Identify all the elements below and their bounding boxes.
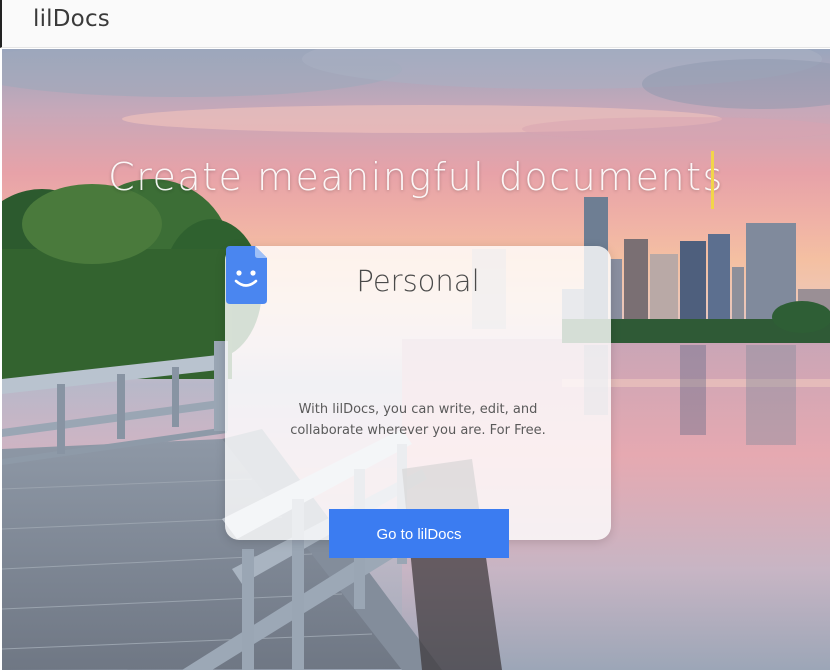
top-app-bar: lilDocs bbox=[0, 0, 830, 48]
go-to-lildocs-button[interactable]: Go to lilDocs bbox=[329, 509, 509, 558]
personal-plan-card: Personal With lilDocs, you can write, ed… bbox=[225, 246, 611, 558]
card-title: Personal bbox=[356, 264, 480, 298]
card-description: With lilDocs, you can write, edit, and c… bbox=[290, 402, 546, 438]
smiling-document-icon bbox=[226, 246, 267, 304]
hero-section: Create meaningful documents Personal Wit… bbox=[2, 49, 830, 670]
brand-logo-text[interactable]: lilDocs bbox=[33, 6, 110, 32]
page: lilDocs Create meaningful documents Pers… bbox=[0, 0, 830, 670]
text-cursor bbox=[711, 151, 714, 209]
hero-headline: Create meaningful documents bbox=[108, 155, 724, 199]
